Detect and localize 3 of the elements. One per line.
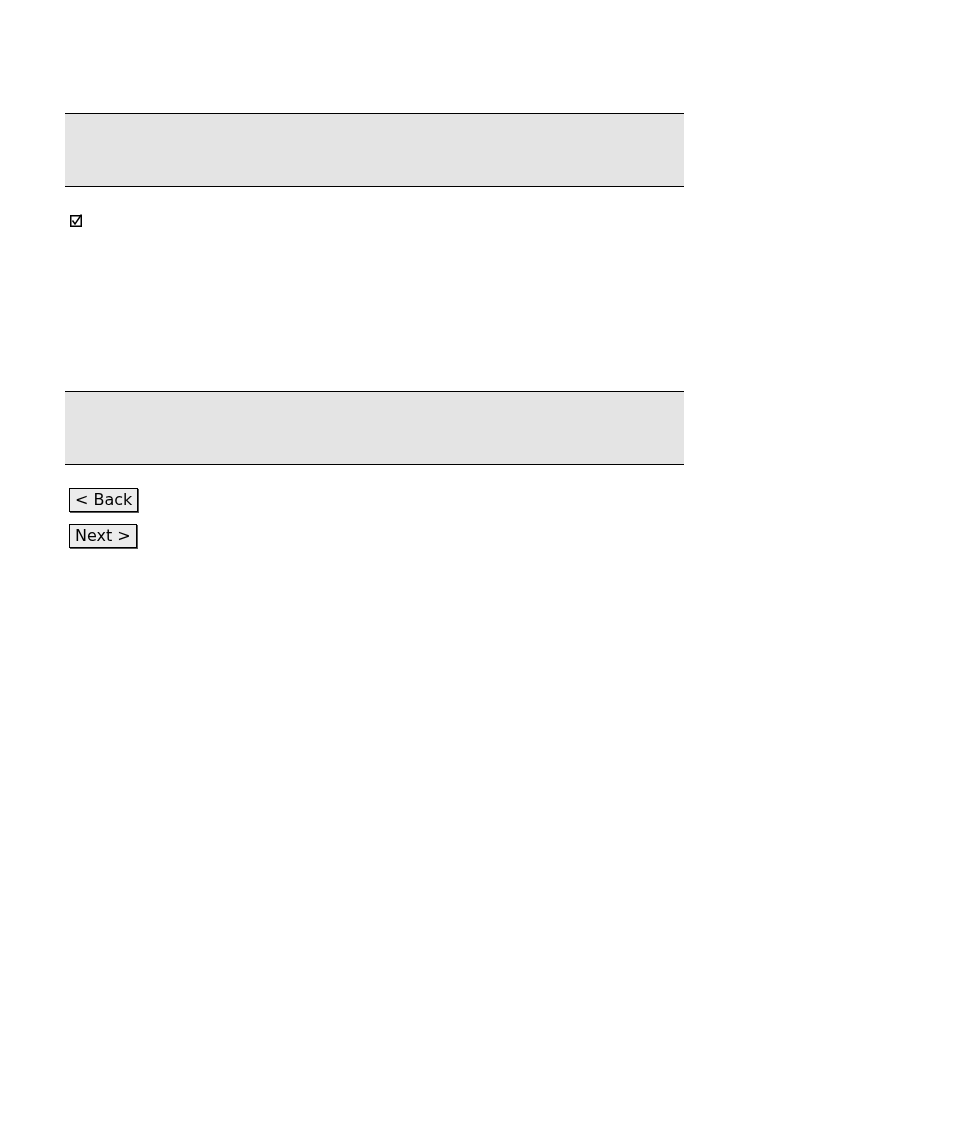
nav-button[interactable]: < Back <box>69 488 139 512</box>
checkbox[interactable] <box>70 214 83 227</box>
nav-button[interactable]: Next > <box>69 524 137 548</box>
